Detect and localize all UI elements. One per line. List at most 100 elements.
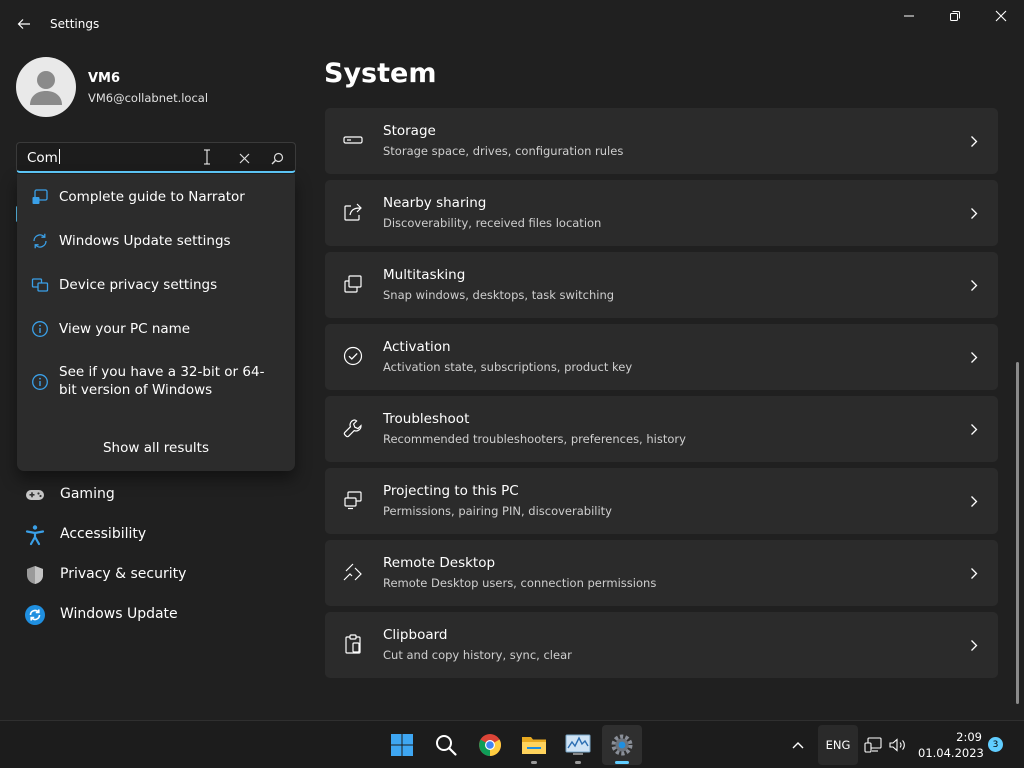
checkmark-circle-icon [341,344,365,368]
show-hidden-icons-button[interactable] [784,733,812,757]
minimize-icon [904,15,914,17]
close-button[interactable] [978,0,1024,32]
settings-card-multitasking[interactable]: Multitasking Snap windows, desktops, tas… [325,252,998,318]
info-icon [31,373,49,391]
search-button[interactable] [266,147,288,169]
restore-icon [950,11,960,21]
share-icon [341,200,365,224]
nav-item-gaming[interactable]: Gaming [16,476,296,512]
chrome-icon [479,734,501,756]
card-title: Nearby sharing [383,195,487,211]
chevron-right-icon [967,349,981,365]
avatar [16,57,76,117]
input-language-indicator[interactable]: ENG [818,725,858,765]
taskbar-search-button[interactable] [426,725,466,765]
taskbar-file-explorer[interactable] [514,725,554,765]
remote-desktop-icon [341,560,365,584]
taskbar-clock[interactable]: 2:09 01.04.2023 [918,729,984,761]
quick-settings-button[interactable] [864,733,912,757]
nav-item-windows-update[interactable]: Windows Update [16,596,296,632]
chevron-right-icon [967,205,981,221]
clock-time: 2:09 [956,730,982,744]
restore-button[interactable] [932,0,978,32]
card-subtitle: Cut and copy history, sync, clear [383,648,572,662]
chevron-right-icon [967,565,981,581]
projector-icon [341,488,365,512]
nav-label-privacy-security: Privacy & security [60,566,187,582]
active-indicator [615,761,629,764]
settings-card-nearby-sharing[interactable]: Nearby sharing Discoverability, received… [325,180,998,246]
back-button[interactable] [10,10,38,38]
notification-badge[interactable]: 3 [988,737,1003,752]
card-subtitle: Activation state, subscriptions, product… [383,360,633,374]
suggestion-item[interactable]: See if you have a 32-bit or 64-bit versi… [19,360,293,404]
settings-icon [611,734,633,756]
clear-search-button[interactable] [233,147,255,169]
info-icon [31,320,49,338]
windows-update-icon [24,604,46,626]
settings-card-projecting[interactable]: Projecting to this PC Permissions, pairi… [325,468,998,534]
close-icon [995,10,1007,22]
taskbar: ENG 2:09 01.04.2023 3 [0,720,1024,768]
start-button[interactable] [382,725,422,765]
settings-window: Settings VM6 VM6@collabnet.local Gaming … [0,0,1024,720]
network-icon [864,737,882,753]
volume-icon [889,738,905,752]
card-title: Multitasking [383,267,466,283]
search-input[interactable]: Com [27,149,60,166]
page-title: System [324,58,437,89]
show-all-results-button[interactable]: Show all results [17,440,295,456]
i-beam-cursor-icon [204,149,210,165]
running-indicator [575,761,581,764]
suggestion-label: Complete guide to Narrator [59,189,245,205]
sync-icon [31,232,49,250]
search-suggestions-flyout: Complete guide to Narrator Windows Updat… [17,174,295,471]
search-input-value: Com [27,150,58,166]
card-title: Projecting to this PC [383,483,519,499]
taskbar-chrome[interactable] [470,725,510,765]
settings-card-storage[interactable]: Storage Storage space, drives, configura… [325,108,998,174]
nav-item-accessibility[interactable]: Accessibility [16,516,296,552]
card-title: Remote Desktop [383,555,496,571]
card-title: Activation [383,339,451,355]
card-title: Clipboard [383,627,448,643]
settings-card-troubleshoot[interactable]: Troubleshoot Recommended troubleshooters… [325,396,998,462]
card-title: Troubleshoot [383,411,470,427]
shield-icon [24,564,46,586]
nav-label-windows-update: Windows Update [60,606,178,622]
search-icon [436,735,457,756]
settings-card-clipboard[interactable]: Clipboard Cut and copy history, sync, cl… [325,612,998,678]
chevron-right-icon [967,637,981,653]
vertical-scrollbar[interactable] [1016,362,1019,704]
suggestion-item[interactable]: Windows Update settings [19,226,293,256]
taskbar-task-manager[interactable] [558,725,598,765]
nav-item-privacy-security[interactable]: Privacy & security [16,556,296,592]
settings-card-remote-desktop[interactable]: Remote Desktop Remote Desktop users, con… [325,540,998,606]
suggestion-label: View your PC name [59,321,191,337]
start-icon [391,734,413,756]
device-privacy-icon [31,276,49,294]
suggestion-label: Windows Update settings [59,233,231,249]
card-subtitle: Recommended troubleshooters, preferences… [383,432,686,446]
user-silhouette-icon [30,71,62,105]
settings-card-activation[interactable]: Activation Activation state, subscriptio… [325,324,998,390]
card-subtitle: Discoverability, received files location [383,216,602,230]
taskbar-settings[interactable] [602,725,642,765]
suggestion-item[interactable]: Device privacy settings [19,270,293,300]
card-title: Storage [383,123,436,139]
task-manager-icon [565,734,591,755]
minimize-button[interactable] [886,0,932,32]
chevron-right-icon [967,133,981,149]
title-bar: Settings [0,0,1024,48]
text-caret [58,149,60,164]
search-box[interactable]: Com [16,142,296,173]
app-title: Settings [50,17,100,31]
suggestion-item[interactable]: View your PC name [19,314,293,344]
suggestion-item[interactable]: Complete guide to Narrator [19,182,293,212]
suggestion-label: Device privacy settings [59,277,218,293]
multitasking-icon [341,272,365,296]
chevron-up-icon [792,742,804,749]
storage-icon [341,128,365,152]
clear-icon [239,153,249,163]
user-profile[interactable]: VM6 VM6@collabnet.local [16,57,296,117]
